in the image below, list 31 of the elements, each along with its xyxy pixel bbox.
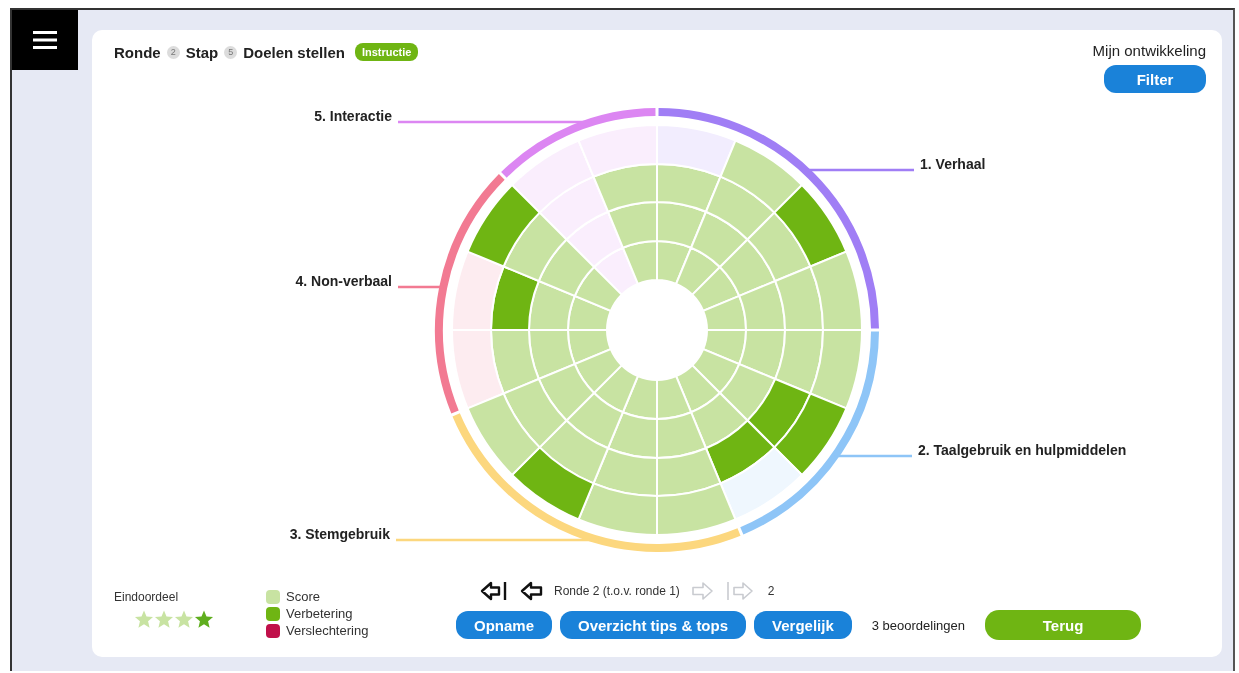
action-button[interactable]: Opname [456, 611, 552, 639]
back-button[interactable]: Terug [985, 610, 1141, 640]
legend-label: Verslechtering [286, 623, 369, 638]
star-icon [154, 610, 174, 629]
category-label: 5. Interactie [314, 108, 392, 124]
menu-icon [33, 30, 57, 50]
round-number: 2 [166, 45, 180, 59]
step-title: Doelen stellen [243, 43, 345, 61]
star-icon [174, 610, 194, 629]
instruction-button[interactable]: Instructie [354, 43, 419, 61]
ratings-count: 3 beoordelingen [871, 617, 965, 633]
category-label: 3. Stemgebruik [289, 526, 390, 542]
final-rating-label: Eindoordeel [114, 590, 179, 604]
round-count: 2 [767, 584, 775, 598]
filter-button[interactable]: Filter [1104, 65, 1206, 93]
previous-arrow-icon[interactable] [520, 580, 544, 602]
menu-button[interactable] [12, 10, 78, 70]
category-label: 1. Verhaal [920, 156, 986, 172]
step-number: 5 [224, 45, 238, 59]
action-button[interactable]: Overzicht tips & tops [560, 611, 747, 639]
round-label: Ronde [114, 43, 161, 61]
category-label: 2. Taalgebruik en hulpmiddelen [918, 442, 1127, 458]
category-label: 4. Non-verbaal [295, 273, 392, 289]
legend-label: Score [286, 589, 320, 604]
development-title: Mijn ontwikkeling [1092, 42, 1206, 59]
step-label: Stap [185, 43, 219, 61]
star-icon [194, 610, 214, 629]
star-icon [134, 610, 154, 629]
legend-label: Verbetering [286, 606, 353, 621]
action-button[interactable]: Vergelijk [754, 611, 852, 639]
round-comparison-label: Ronde 2 (t.o.v. ronde 1) [554, 584, 680, 598]
